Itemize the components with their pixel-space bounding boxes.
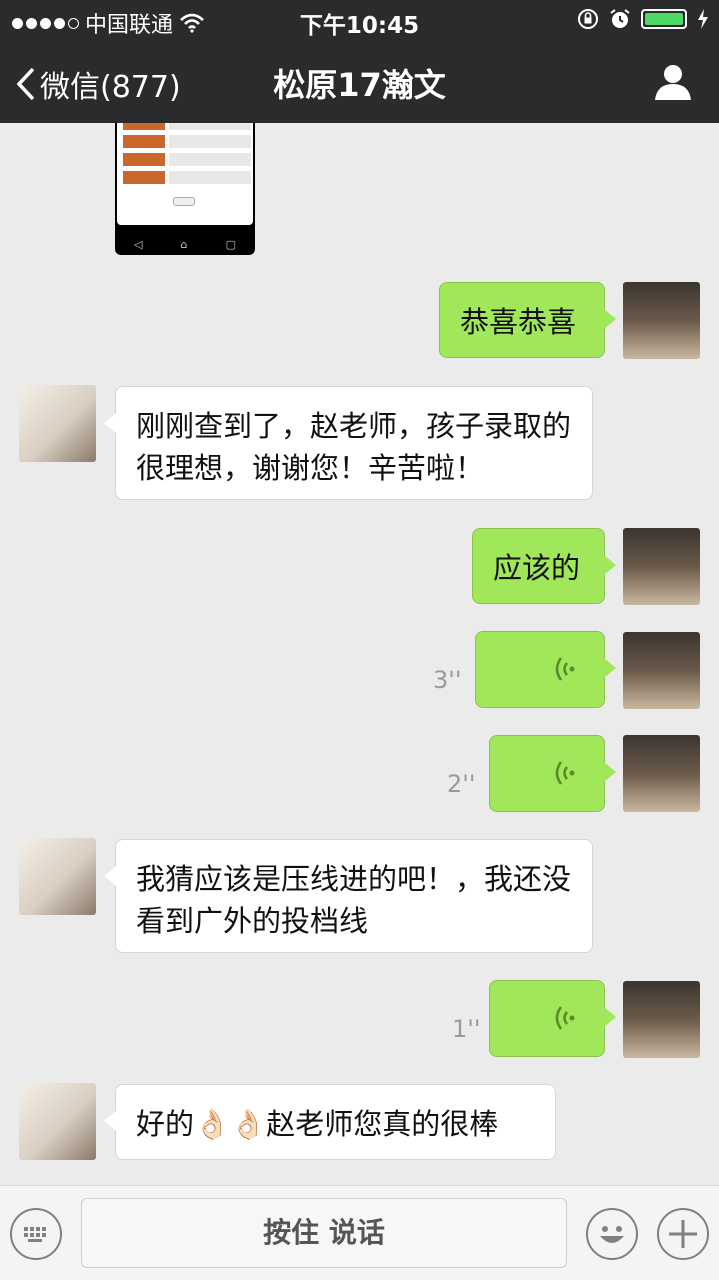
voice-wave-icon	[555, 657, 575, 681]
image-message[interactable]: ◁ ⌂ ▢	[115, 123, 255, 255]
message-text: 恭喜恭喜	[460, 305, 577, 339]
message-text: 刚刚查到了，赵老师，孩子录取的很理想，谢谢您！辛苦啦！	[136, 409, 572, 485]
rotation-lock-icon	[578, 9, 598, 29]
contact-avatar[interactable]	[19, 385, 96, 462]
chat-title: 松原17瀚文	[273, 66, 446, 104]
keyboard-icon	[24, 1227, 46, 1242]
my-avatar[interactable]	[623, 981, 700, 1058]
message-bubble-sent[interactable]: 应该的	[472, 528, 616, 604]
image-screen	[117, 123, 253, 225]
battery-icon	[641, 9, 687, 29]
voice-message[interactable]	[489, 735, 616, 812]
voice-duration: 1''	[452, 1015, 481, 1043]
nav-bar: 微信(877) 松原17瀚文	[0, 40, 719, 123]
my-avatar[interactable]	[623, 282, 700, 359]
my-avatar[interactable]	[623, 735, 700, 812]
message-text: 好的👌🏻👌🏻赵老师您真的很棒	[136, 1107, 499, 1141]
message-bubble-received[interactable]: 我猜应该是压线进的吧！，我还没看到广外的投档线	[104, 839, 593, 953]
my-avatar[interactable]	[623, 632, 700, 709]
message-text: 我猜应该是压线进的吧！，我还没看到广外的投档线	[136, 862, 572, 938]
android-nav-keys: ◁ ⌂ ▢	[134, 238, 236, 251]
input-bar: 按住 说话	[0, 1185, 719, 1280]
person-icon[interactable]	[653, 62, 693, 102]
charging-icon	[698, 9, 708, 29]
message-bubble-received[interactable]: 刚刚查到了，赵老师，孩子录取的很理想，谢谢您！辛苦啦！	[104, 386, 593, 500]
status-bar: 中国联通 下午10:45	[0, 0, 719, 40]
hold-to-talk-button[interactable]: 按住 说话	[81, 1198, 567, 1268]
contact-avatar[interactable]	[19, 1083, 96, 1160]
voice-duration: 3''	[433, 666, 462, 694]
my-avatar[interactable]	[623, 528, 700, 605]
plus-icon	[669, 1220, 697, 1248]
plus-button[interactable]	[657, 1208, 709, 1260]
chat-area[interactable]: ◁ ⌂ ▢ 恭喜恭喜 刚刚查到了，赵老师，孩子录取的很理想，谢谢您！辛苦啦！ 应该的…	[0, 123, 719, 1185]
emoji-icon	[600, 1226, 624, 1243]
message-bubble-received[interactable]: 好的👌🏻👌🏻赵老师您真的很棒	[104, 1084, 556, 1160]
emoji-button[interactable]	[586, 1208, 638, 1260]
voice-wave-icon	[555, 1006, 575, 1030]
voice-message[interactable]	[489, 980, 616, 1057]
voice-duration: 2''	[447, 770, 476, 798]
voice-message[interactable]	[475, 631, 616, 708]
keyboard-toggle-button[interactable]	[10, 1208, 62, 1260]
message-bubble-sent[interactable]: 恭喜恭喜	[439, 282, 616, 358]
alarm-icon	[610, 9, 630, 28]
message-text: 应该的	[493, 551, 581, 585]
voice-wave-icon	[555, 761, 575, 785]
contact-avatar[interactable]	[19, 838, 96, 915]
